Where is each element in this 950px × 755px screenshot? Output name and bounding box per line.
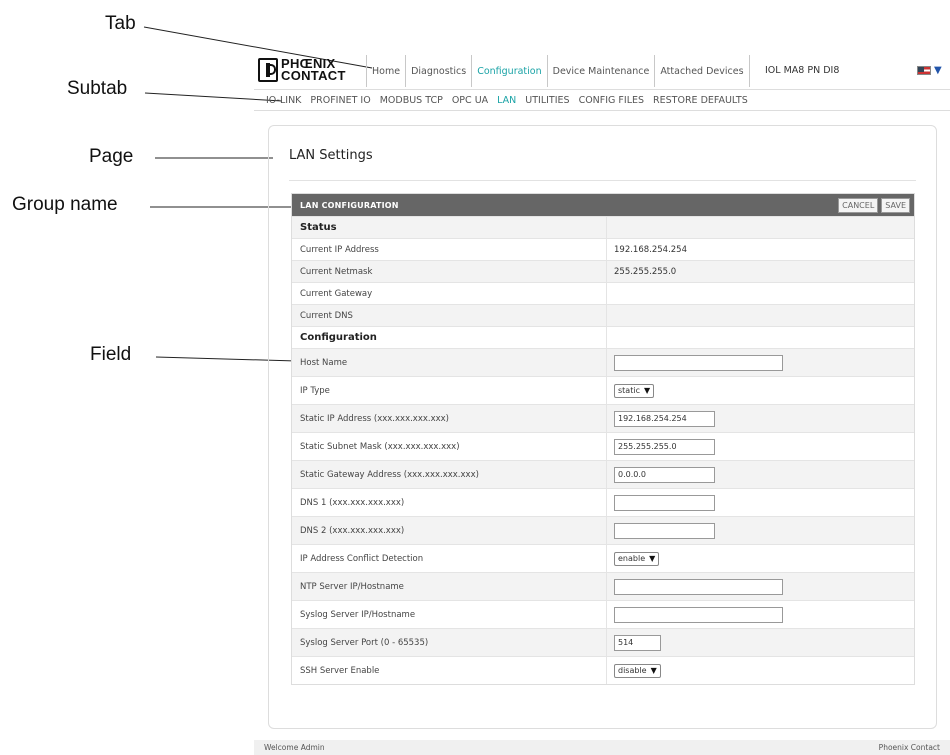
dns2-input[interactable] [614, 522, 715, 539]
main-tabs: Home Diagnostics Configuration Device Ma… [366, 55, 750, 87]
static-gateway-input[interactable]: 0.0.0.0 [614, 466, 715, 483]
static-subnet-row: Static Subnet Mask (xxx.xxx.xxx.xxx) 255… [292, 432, 914, 460]
chevron-down-icon: ▼ [643, 386, 651, 395]
current-gateway-row: Current Gateway [292, 282, 914, 304]
static-ip-input[interactable]: 192.168.254.254 [614, 410, 715, 427]
us-flag-icon[interactable] [917, 66, 931, 75]
configuration-section-row: Configuration [292, 326, 914, 348]
static-subnet-input[interactable]: 255.255.255.0 [614, 438, 715, 455]
subtab-io-link[interactable]: IO-LINK [266, 95, 301, 106]
ip-type-select[interactable]: static ▼ [614, 383, 655, 398]
syslog-port-label: Syslog Server Port (0 - 65535) [292, 629, 607, 656]
lan-configuration-group: LAN CONFIGURATION CANCEL SAVE Status Cur… [291, 193, 915, 685]
chevron-down-icon: ▼ [650, 666, 657, 675]
status-section-row: Status [292, 216, 914, 238]
language-dropdown-arrow-icon[interactable]: ▼ [934, 65, 942, 76]
ssh-label: SSH Server Enable [292, 657, 607, 684]
dns1-label: DNS 1 (xxx.xxx.xxx.xxx) [292, 489, 607, 516]
subtab-profinet-io[interactable]: PROFINET IO [310, 95, 370, 106]
dns1-input[interactable] [614, 494, 715, 511]
static-ip-label: Static IP Address (xxx.xxx.xxx.xxx) [292, 405, 607, 432]
current-netmask-row: Current Netmask 255.255.255.0 [292, 260, 914, 282]
save-button[interactable]: SAVE [881, 197, 910, 213]
conflict-detection-row: IP Address Conflict Detection enable ▼ [292, 544, 914, 572]
status-heading: Status [292, 217, 607, 238]
annotation-page: Page [89, 146, 134, 167]
subtab-restore-defaults[interactable]: RESTORE DEFAULTS [653, 95, 748, 106]
ntp-label: NTP Server IP/Hostname [292, 573, 607, 600]
static-gateway-row: Static Gateway Address (xxx.xxx.xxx.xxx)… [292, 460, 914, 488]
ssh-select-value: disable [618, 666, 647, 675]
group-header: LAN CONFIGURATION CANCEL SAVE [292, 194, 914, 216]
static-ip-row: Static IP Address (xxx.xxx.xxx.xxx) 192.… [292, 404, 914, 432]
ip-type-label: IP Type [292, 377, 607, 404]
configuration-heading: Configuration [292, 327, 607, 348]
content-card: LAN Settings LAN CONFIGURATION CANCEL SA… [268, 125, 937, 729]
syslog-row: Syslog Server IP/Hostname [292, 600, 914, 628]
logo-line-2: CONTACT [281, 68, 346, 83]
sub-tabs: IO-LINK PROFINET IO MODBUS TCP OPC UA LA… [254, 89, 950, 111]
conflict-detection-label: IP Address Conflict Detection [292, 545, 607, 572]
logo-icon [258, 58, 278, 82]
settings-rows: Status Current IP Address 192.168.254.25… [292, 216, 914, 684]
subtab-modbus-tcp[interactable]: MODBUS TCP [380, 95, 443, 106]
current-ip-value: 192.168.254.254 [614, 244, 688, 255]
annotation-tab: Tab [105, 13, 136, 34]
tab-device-maintenance[interactable]: Device Maintenance [546, 55, 655, 87]
static-gateway-label: Static Gateway Address (xxx.xxx.xxx.xxx) [292, 461, 607, 488]
title-divider [289, 180, 916, 181]
page-title: LAN Settings [289, 148, 373, 163]
host-name-input[interactable] [614, 354, 783, 371]
syslog-port-input[interactable]: 514 [614, 634, 661, 651]
current-dns-label: Current DNS [292, 305, 607, 326]
current-netmask-value: 255.255.255.0 [614, 266, 677, 277]
current-dns-row: Current DNS [292, 304, 914, 326]
syslog-port-row: Syslog Server Port (0 - 65535) 514 [292, 628, 914, 656]
current-netmask-label: Current Netmask [292, 261, 607, 282]
tab-attached-devices[interactable]: Attached Devices [654, 55, 750, 87]
cancel-button[interactable]: CANCEL [838, 197, 879, 213]
group-name: LAN CONFIGURATION [300, 200, 399, 210]
dns2-label: DNS 2 (xxx.xxx.xxx.xxx) [292, 517, 607, 544]
subtab-lan[interactable]: LAN [497, 95, 516, 106]
tab-configuration[interactable]: Configuration [471, 55, 546, 87]
ssh-row: SSH Server Enable disable ▼ [292, 656, 914, 684]
ntp-input[interactable] [614, 578, 783, 595]
subtab-opc-ua[interactable]: OPC UA [452, 95, 488, 106]
host-name-row: Host Name [292, 348, 914, 376]
device-name: IOL MA8 PN DI8 [765, 65, 840, 76]
current-dns-value [607, 305, 914, 326]
syslog-label: Syslog Server IP/Hostname [292, 601, 607, 628]
ntp-row: NTP Server IP/Hostname [292, 572, 914, 600]
ip-type-select-value: static [618, 386, 640, 395]
phoenix-contact-logo[interactable]: PHŒNIX CONTACT [258, 55, 364, 85]
current-gateway-value [607, 283, 914, 304]
current-ip-row: Current IP Address 192.168.254.254 [292, 238, 914, 260]
ssh-select[interactable]: disable ▼ [614, 663, 661, 678]
conflict-detection-select-value: enable [618, 554, 646, 563]
static-subnet-label: Static Subnet Mask (xxx.xxx.xxx.xxx) [292, 433, 607, 460]
chevron-down-icon: ▼ [649, 554, 656, 563]
syslog-input[interactable] [614, 606, 783, 623]
conflict-detection-select[interactable]: enable ▼ [614, 551, 660, 566]
footer-brand: Phoenix Contact [878, 743, 940, 752]
subtab-config-files[interactable]: CONFIG FILES [579, 95, 644, 106]
current-ip-label: Current IP Address [292, 239, 607, 260]
footer-bar: Welcome Admin Phoenix Contact [254, 740, 950, 755]
annotation-group-name: Group name [12, 194, 118, 215]
tab-diagnostics[interactable]: Diagnostics [405, 55, 471, 87]
annotation-field: Field [90, 344, 132, 365]
annotation-subtab: Subtab [67, 78, 128, 99]
tab-home[interactable]: Home [366, 55, 405, 87]
dns1-row: DNS 1 (xxx.xxx.xxx.xxx) [292, 488, 914, 516]
dns2-row: DNS 2 (xxx.xxx.xxx.xxx) [292, 516, 914, 544]
footer-welcome: Welcome Admin [264, 743, 325, 752]
subtab-utilities[interactable]: UTILITIES [525, 95, 569, 106]
current-gateway-label: Current Gateway [292, 283, 607, 304]
host-name-label: Host Name [292, 349, 607, 376]
ip-type-row: IP Type static ▼ [292, 376, 914, 404]
